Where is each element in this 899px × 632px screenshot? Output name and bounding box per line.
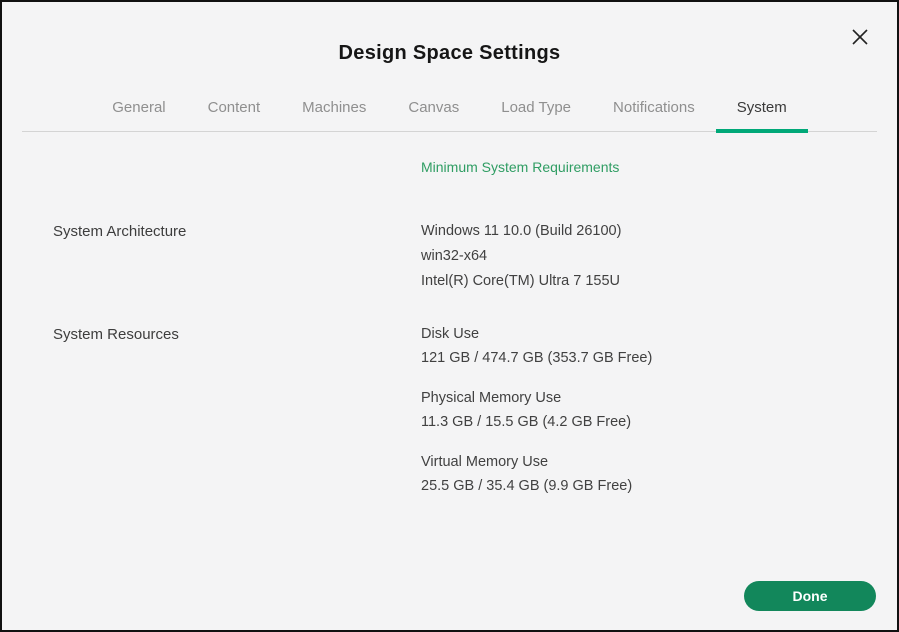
disk-use-group: Disk Use 121 GB / 474.7 GB (353.7 GB Fre… <box>421 322 877 370</box>
minimum-system-requirements-link[interactable]: Minimum System Requirements <box>421 159 619 175</box>
physical-memory-title: Physical Memory Use <box>421 386 877 410</box>
requirements-link-row: Minimum System Requirements <box>53 159 877 177</box>
platform-arch-value: win32-x64 <box>421 244 877 269</box>
virtual-memory-title: Virtual Memory Use <box>421 450 877 474</box>
system-tab-content: Minimum System Requirements System Archi… <box>2 159 897 514</box>
tab-general[interactable]: General <box>91 99 186 131</box>
virtual-memory-value: 25.5 GB / 35.4 GB (9.9 GB Free) <box>421 474 877 498</box>
tab-machines[interactable]: Machines <box>281 99 387 131</box>
tab-canvas[interactable]: Canvas <box>387 99 480 131</box>
disk-use-value: 121 GB / 474.7 GB (353.7 GB Free) <box>421 346 877 370</box>
system-resources-section: System Resources Disk Use 121 GB / 474.7… <box>53 322 877 514</box>
settings-tab-bar: General Content Machines Canvas Load Typ… <box>22 99 877 132</box>
system-architecture-section: System Architecture Windows 11 10.0 (Bui… <box>53 219 877 294</box>
os-version-value: Windows 11 10.0 (Build 26100) <box>421 219 877 244</box>
close-icon <box>851 28 869 46</box>
design-space-settings-dialog: Design Space Settings General Content Ma… <box>0 0 899 632</box>
tab-notifications[interactable]: Notifications <box>592 99 716 131</box>
close-button[interactable] <box>847 24 873 50</box>
virtual-memory-group: Virtual Memory Use 25.5 GB / 35.4 GB (9.… <box>421 450 877 498</box>
physical-memory-group: Physical Memory Use 11.3 GB / 15.5 GB (4… <box>421 386 877 434</box>
system-resources-label: System Resources <box>53 326 179 343</box>
disk-use-title: Disk Use <box>421 322 877 346</box>
tab-system[interactable]: System <box>716 99 808 131</box>
physical-memory-value: 11.3 GB / 15.5 GB (4.2 GB Free) <box>421 410 877 434</box>
tab-load-type[interactable]: Load Type <box>480 99 592 131</box>
done-button[interactable]: Done <box>744 581 876 611</box>
system-architecture-label: System Architecture <box>53 223 186 240</box>
tab-content[interactable]: Content <box>187 99 282 131</box>
cpu-model-value: Intel(R) Core(TM) Ultra 7 155U <box>421 269 877 294</box>
dialog-title: Design Space Settings <box>2 42 897 65</box>
